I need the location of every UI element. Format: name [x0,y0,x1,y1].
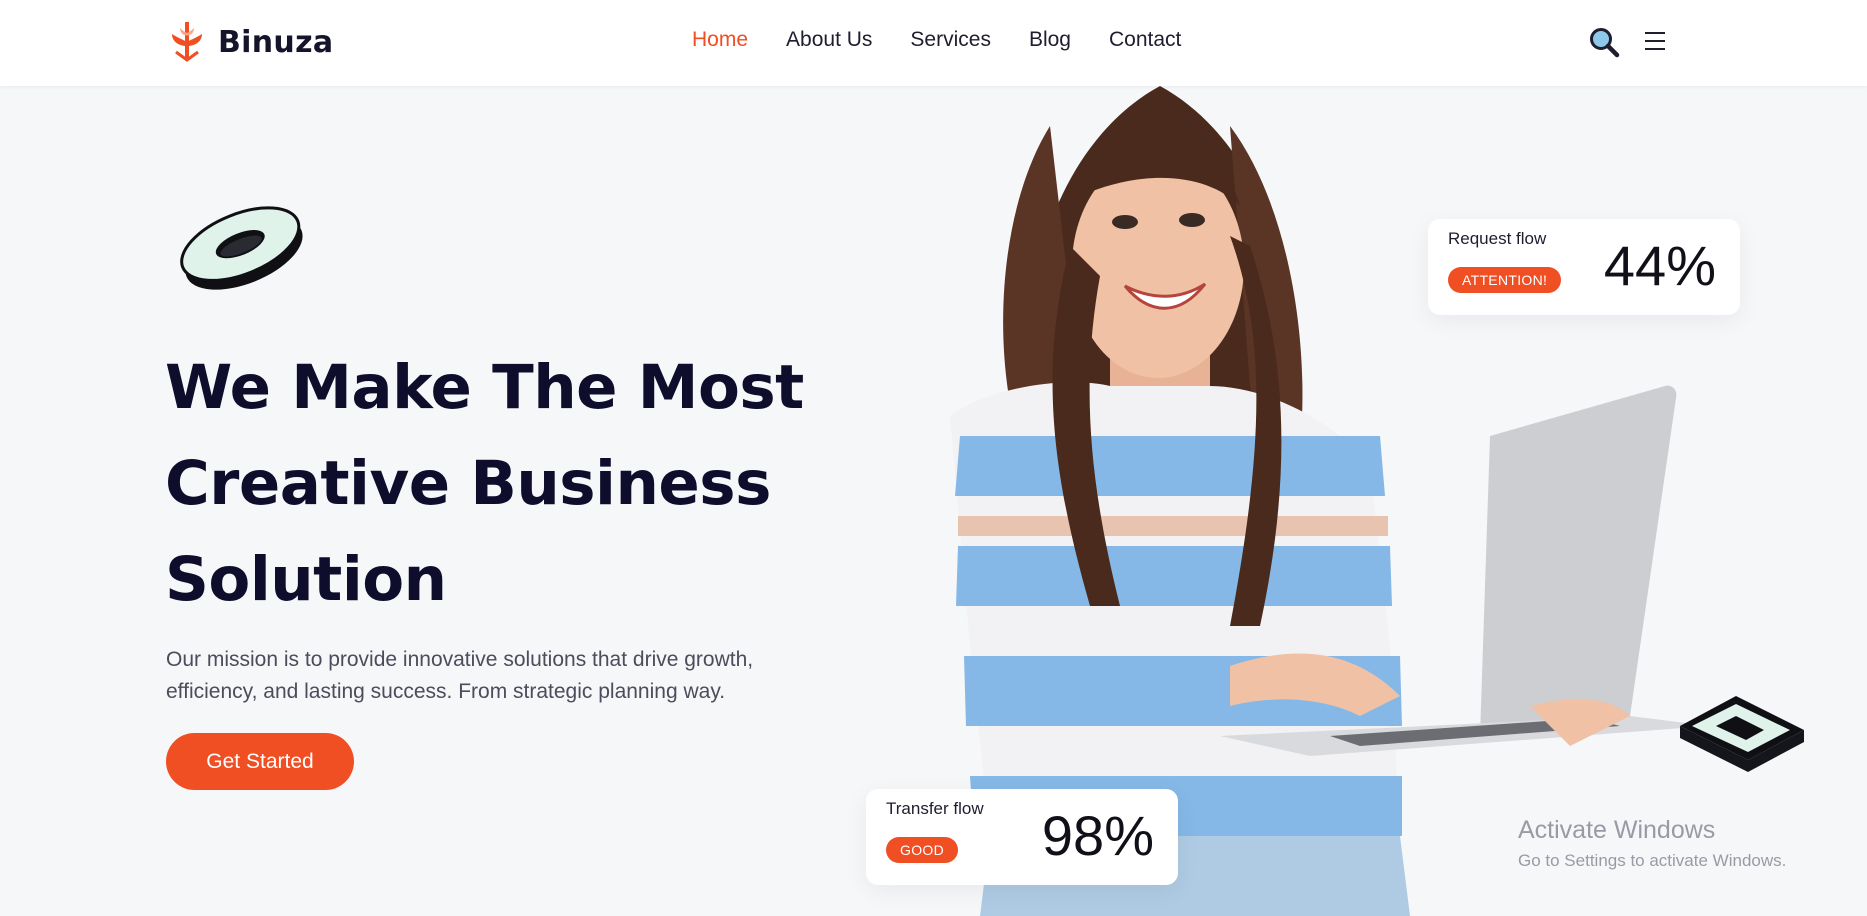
brand-name: Binuza [218,24,334,60]
nav-home[interactable]: Home [692,28,748,52]
square-frame-decoration [1680,696,1804,772]
search-button[interactable] [1588,26,1620,63]
transfer-flow-label: Transfer flow [886,799,984,818]
request-flow-label: Request flow [1448,229,1547,248]
windows-activation-watermark: Activate Windows Go to Settings to activ… [1518,816,1786,871]
request-flow-card: Request flow ATTENTION! 44% [1428,219,1740,315]
menu-icon [1645,32,1665,50]
watermark-title: Activate Windows [1518,816,1716,844]
transfer-flow-value: 98% [1041,804,1154,867]
brand-logo[interactable]: Binuza [166,20,333,64]
headline-line-3: Solution [165,544,447,615]
leaf-anchor-icon [172,22,202,62]
nav-about-us[interactable]: About Us [786,28,872,52]
watermark-subtitle: Go to Settings to activate Windows. [1518,851,1787,870]
transfer-flow-card: Transfer flow GOOD 98% [866,789,1178,885]
main-nav: Home About Us Services Blog Contact [692,28,1181,52]
nav-blog[interactable]: Blog [1029,28,1071,52]
request-flow-value: 44% [1603,234,1716,297]
ring-decoration [180,206,303,290]
hero-headline: We Make The Most Creative Business Solut… [165,340,885,628]
headline-line-1: We Make The Most [165,352,804,423]
nav-services[interactable]: Services [910,28,991,52]
hero-description: Our mission is to provide innovative sol… [166,648,754,703]
request-flow-badge: ATTENTION! [1448,267,1562,293]
get-started-button[interactable]: Get Started [166,733,354,790]
nav-contact[interactable]: Contact [1109,28,1181,52]
site-header: Binuza Home About Us Services Blog Conta… [0,0,1867,86]
transfer-flow-badge: GOOD [886,837,958,863]
menu-button[interactable] [1645,32,1665,56]
search-icon [1590,28,1620,58]
headline-line-2: Creative Business [165,448,771,519]
